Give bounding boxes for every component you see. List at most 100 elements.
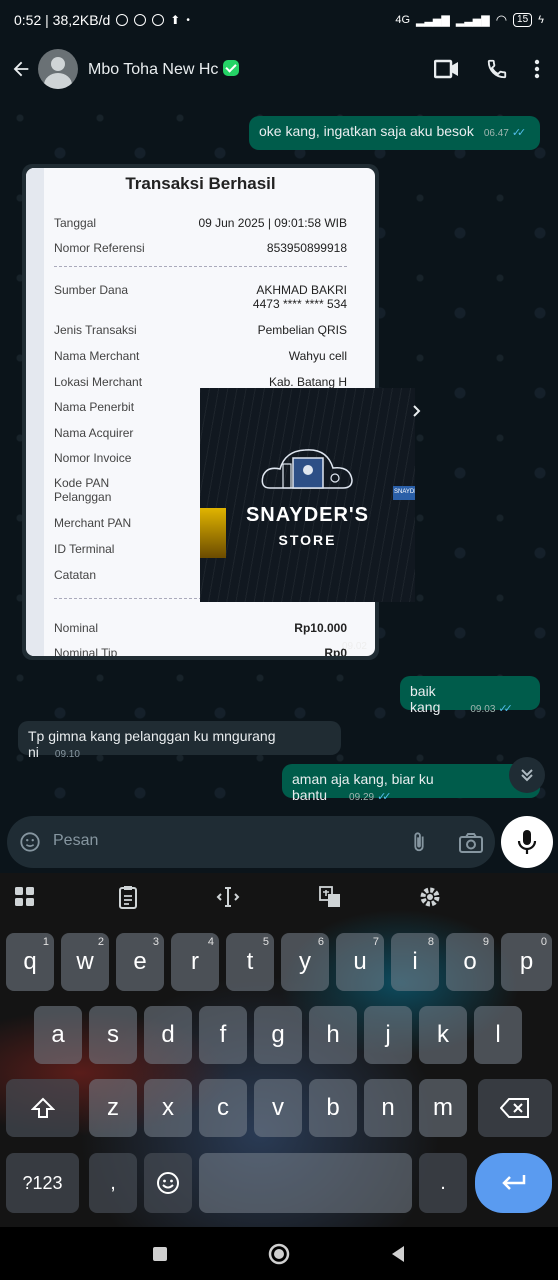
message-placeholder: Pesan: [53, 832, 99, 849]
signal2-icon: ▂▃▅▇: [455, 14, 490, 27]
status-time: 0:52 | 38,2KB/d: [14, 12, 111, 28]
receipt-row: Tanggal 09 Jun 2025 | 09:01:58 WIB: [54, 216, 347, 230]
store-banner-overlay[interactable]: SNAYDER SNAYDER'S STORE: [200, 388, 415, 602]
key-y[interactable]: y6: [281, 933, 329, 991]
clipboard-icon[interactable]: [112, 881, 144, 913]
back-nav-button[interactable]: [390, 1245, 406, 1263]
key-l[interactable]: l: [474, 1006, 522, 1064]
translate-icon[interactable]: [314, 881, 346, 913]
apps-grid-icon[interactable]: [8, 881, 42, 913]
home-button[interactable]: [268, 1243, 290, 1265]
comma-key[interactable]: ,: [89, 1153, 137, 1213]
key-d[interactable]: d: [144, 1006, 192, 1064]
sticker-icon[interactable]: [19, 831, 41, 853]
network-type: 4G: [395, 14, 411, 26]
key-s[interactable]: s: [89, 1006, 137, 1064]
video-call-icon[interactable]: [434, 58, 460, 80]
receipt-row: Nominal Tip Rp0: [54, 646, 347, 656]
message-text: oke kang, ingatkan saja aku besok: [259, 123, 474, 139]
key-x[interactable]: x: [144, 1079, 192, 1137]
message-bubble-out[interactable]: baik kang 09.03 ✓✓: [400, 676, 540, 715]
double-chevron-down-icon: [521, 769, 533, 782]
message-bubble-out[interactable]: oke kang, ingatkan saja aku besok 06.47 ✓✓: [249, 116, 540, 150]
receipt-row: Lokasi Merchant Kab. Batang H: [54, 375, 347, 389]
key-j[interactable]: j: [364, 1006, 412, 1064]
recents-button[interactable]: [152, 1246, 168, 1262]
soft-keyboard: q1 w2 e3 r4 t5 y6 u7 i8 o9 p0 a s d f g …: [0, 873, 558, 1227]
key-h[interactable]: h: [309, 1006, 357, 1064]
voice-call-icon[interactable]: [486, 58, 508, 80]
more-options-icon[interactable]: [534, 58, 540, 80]
key-a[interactable]: a: [34, 1006, 82, 1064]
upload-icon: ⬆: [170, 13, 181, 27]
message-time: 09.03: [470, 704, 496, 715]
microphone-icon: [517, 830, 537, 854]
back-button[interactable]: [8, 56, 34, 82]
camera-icon[interactable]: [458, 832, 484, 854]
emoji-key[interactable]: [144, 1153, 192, 1213]
read-ticks-icon: ✓✓: [377, 791, 392, 803]
shift-icon: [30, 1097, 55, 1118]
notification-icon: [134, 14, 147, 26]
message-text: baik kang: [410, 683, 441, 715]
receipt-row: Jenis Transaksi Pembelian QRIS: [54, 323, 347, 337]
message-time: 09.02: [341, 641, 367, 652]
message-time: 09.29: [349, 792, 375, 803]
dot-icon: •: [186, 14, 190, 26]
period-key[interactable]: .: [419, 1153, 467, 1213]
contact-title[interactable]: Mbo Toha New Hc: [88, 59, 240, 79]
key-v[interactable]: v: [254, 1079, 302, 1137]
key-q[interactable]: q1: [6, 933, 54, 991]
settings-gear-icon[interactable]: [414, 881, 446, 913]
message-composer: Pesan: [0, 813, 558, 873]
verified-icon: [223, 59, 240, 76]
key-c[interactable]: c: [199, 1079, 247, 1137]
key-n[interactable]: n: [364, 1079, 412, 1137]
enter-key[interactable]: [475, 1153, 552, 1213]
shop-sign-right: SNAYDER: [393, 486, 415, 500]
key-t[interactable]: t5: [226, 933, 274, 991]
emoji-icon: [157, 1172, 179, 1194]
key-k[interactable]: k: [419, 1006, 467, 1064]
chat-area[interactable]: oke kang, ingatkan saja aku besok 06.47 ✓✓…: [0, 98, 558, 813]
key-f[interactable]: f: [199, 1006, 247, 1064]
shift-key[interactable]: [6, 1079, 79, 1137]
key-m[interactable]: m: [419, 1079, 467, 1137]
divider: [54, 266, 347, 267]
backspace-key[interactable]: [478, 1079, 552, 1137]
symbols-key[interactable]: ?123: [6, 1153, 79, 1213]
receipt-row: Nominal Rp10.000: [54, 621, 347, 635]
store-brand-sub: STORE: [278, 532, 337, 548]
key-b[interactable]: b: [309, 1079, 357, 1137]
attach-icon[interactable]: [409, 831, 429, 853]
key-i[interactable]: i8: [391, 933, 439, 991]
key-g[interactable]: g: [254, 1006, 302, 1064]
forward-icon[interactable]: [412, 404, 422, 418]
key-u[interactable]: u7: [336, 933, 384, 991]
message-bubble-out[interactable]: aman aja kang, biar ku bantu 09.29 ✓✓: [282, 764, 540, 803]
signal-icon: ▂▃▅▇: [416, 14, 450, 27]
status-bar: 0:52 | 38,2KB/d ⬆ • 4G ▂▃▅▇ ▂▃▅▇ ◠ 15 ϟ: [0, 0, 558, 40]
receipt-edge: [26, 168, 44, 656]
key-o[interactable]: o9: [446, 933, 494, 991]
key-e[interactable]: e3: [116, 933, 164, 991]
read-ticks-icon: ✓✓: [511, 127, 527, 139]
voice-message-button[interactable]: [501, 816, 553, 868]
key-r[interactable]: r4: [171, 933, 219, 991]
store-brand-name: SNAYDER'S: [245, 504, 370, 526]
charging-icon: ϟ: [538, 14, 544, 26]
avatar[interactable]: [38, 49, 78, 89]
key-z[interactable]: z: [89, 1079, 137, 1137]
receipt-row: Nomor Referensi 853950899918: [54, 241, 347, 255]
cursor-control-icon[interactable]: [212, 881, 244, 913]
back-arrow-icon: [13, 61, 29, 77]
scroll-to-bottom-button[interactable]: [509, 757, 545, 793]
message-bubble-in[interactable]: Tp gimna kang pelanggan ku mngurang ni 09…: [18, 721, 341, 760]
message-time: 09.10: [54, 749, 80, 760]
message-input[interactable]: Pesan: [7, 816, 495, 868]
key-w[interactable]: w2: [61, 933, 109, 991]
whatsapp-icon: [152, 14, 165, 26]
spacebar[interactable]: [199, 1153, 412, 1213]
read-ticks-icon: ✓✓: [498, 703, 513, 715]
key-p[interactable]: p0: [501, 933, 552, 991]
